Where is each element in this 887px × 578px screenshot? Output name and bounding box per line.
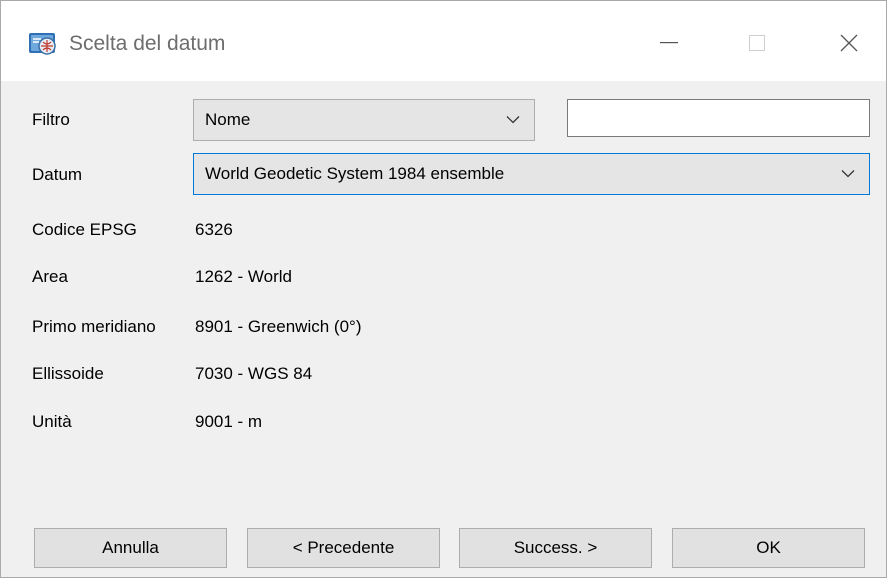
maximize-icon: [749, 35, 765, 51]
ok-button[interactable]: OK: [672, 528, 865, 568]
ellipsoid-label: Ellissoide: [32, 364, 104, 383]
filter-text-input[interactable]: [567, 99, 870, 137]
chevron-down-icon: [841, 170, 855, 178]
filter-field-select[interactable]: Nome: [193, 99, 535, 141]
title-bar: Scelta del datum: [1, 1, 886, 81]
datum-selected: World Geodetic System 1984 ensemble: [205, 164, 505, 183]
prime-meridian-label: Primo meridiano: [32, 317, 156, 336]
datum-app-icon: [29, 33, 56, 55]
area-label: Area: [32, 267, 68, 286]
maximize-button[interactable]: [732, 20, 782, 66]
epsg-code-label: Codice EPSG: [32, 220, 137, 239]
filter-label: Filtro: [32, 110, 70, 129]
cancel-button[interactable]: Annulla: [34, 528, 227, 568]
datum-selection-dialog: Scelta del datum Filtro Nome Datum World…: [0, 0, 887, 578]
next-button[interactable]: Success. >: [459, 528, 652, 568]
previous-button[interactable]: < Precedente: [247, 528, 440, 568]
minimize-button[interactable]: [644, 20, 694, 66]
chevron-down-icon: [506, 116, 520, 124]
window-title: Scelta del datum: [69, 32, 226, 55]
datum-label: Datum: [32, 165, 83, 184]
epsg-code-value: 6326: [195, 220, 233, 239]
unit-label: Unità: [32, 412, 72, 431]
filter-field-selected: Nome: [205, 110, 251, 129]
close-button[interactable]: [824, 20, 874, 66]
unit-value: 9001 - m: [195, 412, 263, 431]
minimize-icon: [660, 42, 678, 44]
area-value: 1262 - World: [195, 267, 293, 286]
prime-meridian-value: 8901 - Greenwich (0°): [195, 317, 362, 336]
ellipsoid-value: 7030 - WGS 84: [195, 364, 313, 383]
datum-select[interactable]: World Geodetic System 1984 ensemble: [193, 153, 870, 195]
close-icon: [840, 34, 858, 52]
